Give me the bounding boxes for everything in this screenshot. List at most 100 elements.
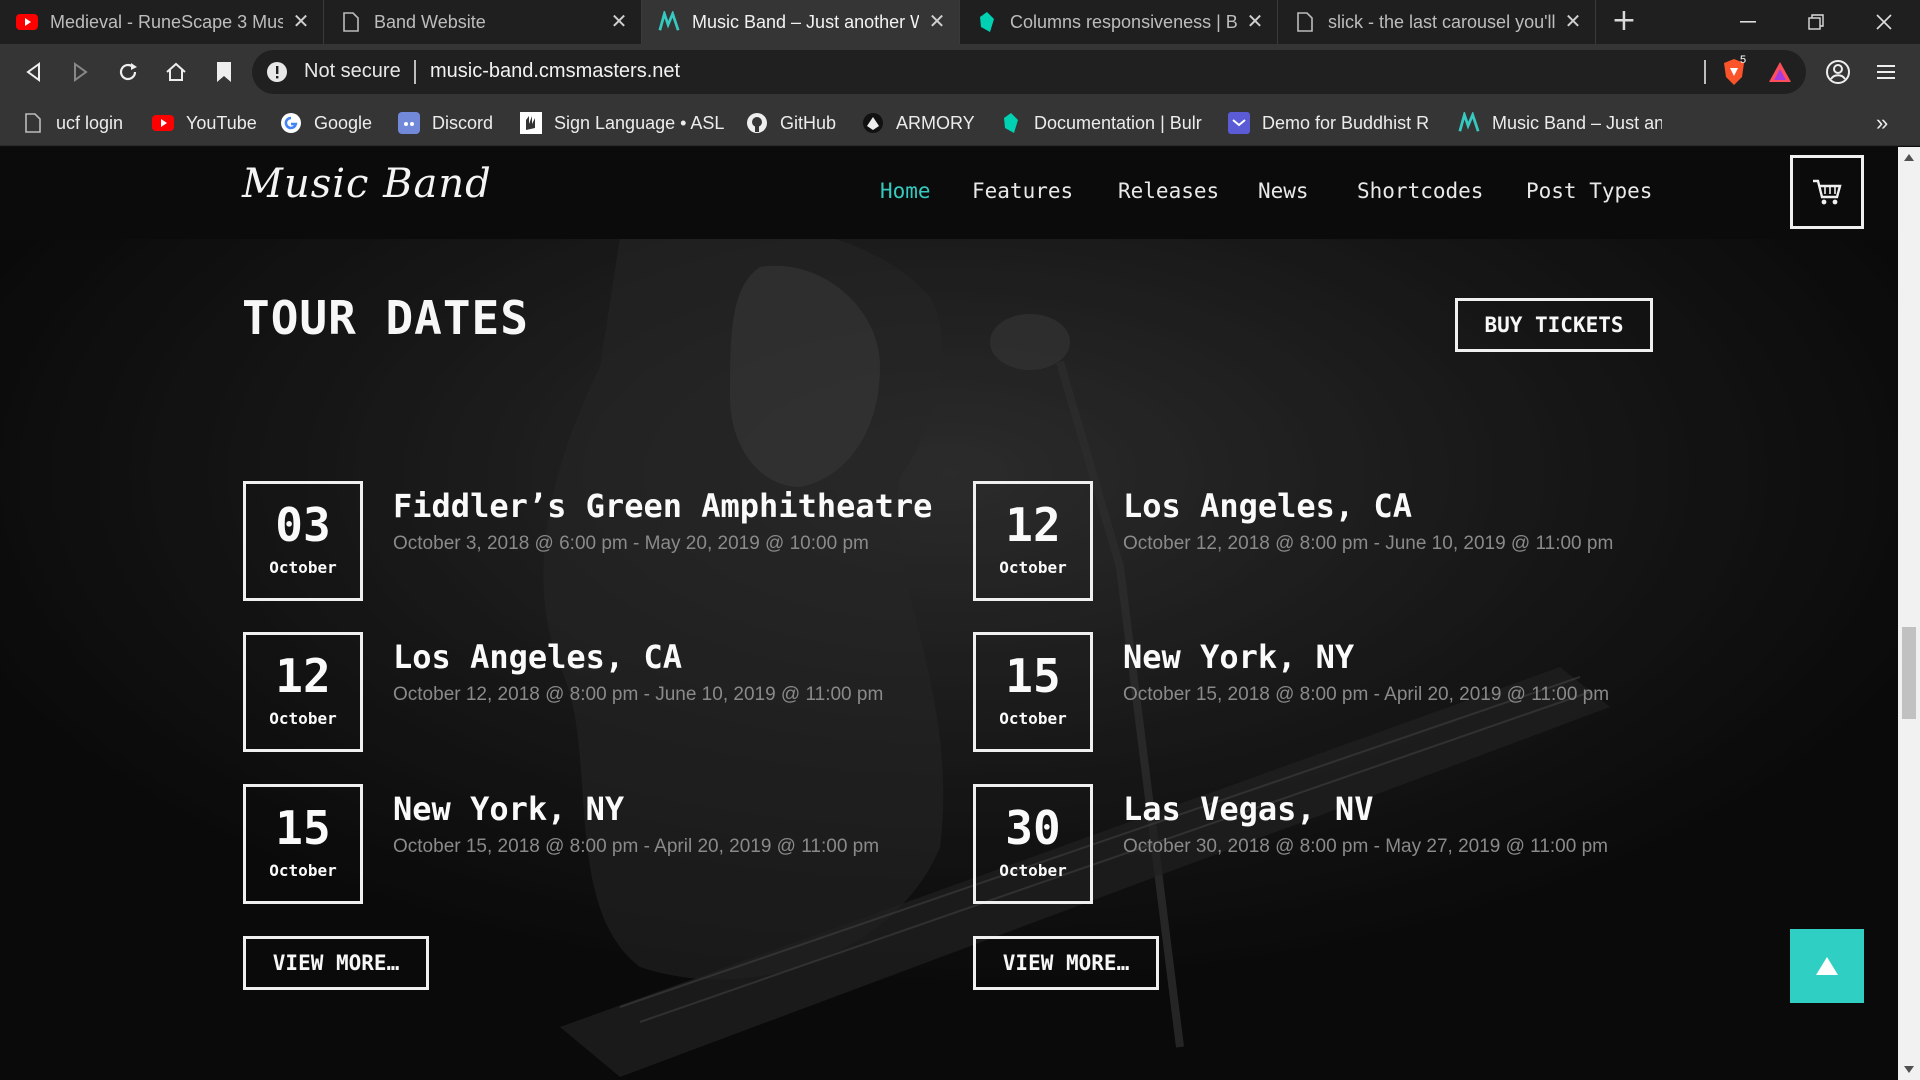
event-dates: October 3, 2018 @ 6:00 pm - May 20, 2019… [393, 533, 869, 554]
forward-button[interactable] [62, 54, 98, 90]
arrow-up-icon [1816, 957, 1838, 975]
tab-band-website[interactable]: Band Website ✕ [324, 0, 642, 44]
bookmark-button[interactable] [206, 54, 242, 90]
date-box: 15 October [243, 784, 363, 904]
bulma-icon [976, 11, 998, 33]
event-dates: October 12, 2018 @ 8:00 pm - June 10, 20… [1123, 533, 1614, 554]
github-icon [746, 112, 768, 134]
url-text[interactable]: music-band.cmsmasters.net [430, 60, 680, 83]
event-day: 15 [275, 801, 331, 855]
bookmark-buddhist-demo[interactable]: Demo for Buddhist R [1228, 100, 1432, 146]
close-window-button[interactable] [1850, 0, 1918, 44]
event-venue[interactable]: Los Angeles, CA [393, 638, 682, 676]
view-more-button[interactable]: VIEW MORE… [243, 936, 429, 990]
event-dates: October 12, 2018 @ 8:00 pm - June 10, 20… [393, 684, 884, 705]
armory-icon [862, 112, 884, 134]
info-icon[interactable] [266, 61, 288, 83]
close-tab-icon[interactable]: ✕ [291, 12, 311, 32]
close-tab-icon[interactable]: ✕ [609, 12, 629, 32]
event-item[interactable]: 12 October Los Angeles, CA October 12, 2… [243, 632, 963, 752]
brave-shields-icon[interactable]: 5 [1722, 54, 1750, 86]
view-more-button[interactable]: VIEW MORE… [973, 936, 1159, 990]
event-month: October [999, 558, 1067, 577]
nav-news[interactable]: News [1258, 179, 1309, 203]
page-icon [1294, 11, 1316, 33]
tab-runescape[interactable]: Medieval - RuneScape 3 Musi ✕ [0, 0, 324, 44]
event-venue[interactable]: Las Vegas, NV [1123, 790, 1373, 828]
event-day: 15 [1005, 649, 1061, 703]
home-button[interactable] [158, 54, 194, 90]
tab-slick[interactable]: slick - the last carousel you'll ✕ [1278, 0, 1596, 44]
address-bar[interactable]: Not secure music-band.cmsmasters.net 5 [252, 50, 1806, 94]
nav-features[interactable]: Features [972, 179, 1073, 203]
menu-icon[interactable] [1868, 54, 1904, 90]
date-box: 30 October [973, 784, 1093, 904]
tab-bulma-columns[interactable]: Columns responsiveness | Bul ✕ [960, 0, 1278, 44]
event-venue[interactable]: Los Angeles, CA [1123, 487, 1412, 525]
bookmark-music-band[interactable]: Music Band – Just an [1458, 100, 1662, 146]
toolbar: Not secure music-band.cmsmasters.net 5 [0, 44, 1920, 100]
event-item[interactable]: 03 October Fiddler’s Green Amphitheatre … [243, 481, 963, 601]
event-dates: October 15, 2018 @ 8:00 pm - April 20, 2… [1123, 684, 1610, 705]
event-dates: October 15, 2018 @ 8:00 pm - April 20, 2… [393, 836, 880, 857]
scroll-down-arrow-icon[interactable] [1898, 1058, 1920, 1080]
asl-icon [520, 112, 542, 134]
event-item[interactable]: 30 October Las Vegas, NV October 30, 201… [973, 784, 1693, 904]
date-box: 15 October [973, 632, 1093, 752]
bookmark-asl[interactable]: Sign Language • ASL [520, 100, 724, 146]
event-month: October [999, 709, 1067, 728]
event-item[interactable]: 15 October New York, NY October 15, 2018… [973, 632, 1693, 752]
section-title: TOUR DATES [242, 291, 529, 345]
event-venue[interactable]: New York, NY [1123, 638, 1354, 676]
nav-releases[interactable]: Releases [1118, 179, 1219, 203]
close-tab-icon[interactable]: ✕ [927, 12, 947, 32]
reload-button[interactable] [110, 54, 146, 90]
event-month: October [269, 861, 337, 880]
bookmark-bulma-docs[interactable]: Documentation | Bulr [1000, 100, 1204, 146]
bookmarks-overflow-button[interactable]: » [1876, 100, 1888, 146]
bookmark-google[interactable]: Google [280, 100, 372, 146]
event-venue[interactable]: New York, NY [393, 790, 624, 828]
back-button[interactable] [16, 54, 52, 90]
shields-count: 5 [1740, 54, 1747, 66]
new-tab-button[interactable]: + [1608, 6, 1640, 38]
event-item[interactable]: 12 October Los Angeles, CA October 12, 2… [973, 481, 1693, 601]
brave-rewards-icon[interactable] [1768, 61, 1792, 83]
site-logo[interactable]: Music Band [242, 161, 492, 207]
tab-music-band[interactable]: Music Band – Just another W ✕ [642, 0, 960, 44]
event-venue[interactable]: Fiddler’s Green Amphitheatre [393, 487, 932, 525]
site-header: Music Band Home Features Releases News S… [0, 147, 1898, 239]
nav-home[interactable]: Home [880, 179, 931, 203]
buy-tickets-button[interactable]: BUY TICKETS [1455, 298, 1653, 352]
close-tab-icon[interactable]: ✕ [1563, 12, 1583, 32]
profile-icon[interactable] [1820, 54, 1856, 90]
bookmark-youtube[interactable]: YouTube [152, 100, 257, 146]
event-item[interactable]: 15 October New York, NY October 15, 2018… [243, 784, 963, 904]
restore-button[interactable] [1782, 0, 1850, 44]
nav-post-types[interactable]: Post Types [1526, 179, 1652, 203]
web-page: Music Band Home Features Releases News S… [0, 147, 1898, 1080]
page-scrollbar[interactable] [1898, 147, 1920, 1080]
bookmark-armory[interactable]: ARMORY [862, 100, 975, 146]
scroll-up-arrow-icon[interactable] [1898, 147, 1920, 169]
bookmark-github[interactable]: GitHub [746, 100, 836, 146]
event-day: 03 [275, 498, 331, 552]
back-to-top-button[interactable] [1790, 929, 1864, 1003]
cart-button[interactable] [1790, 155, 1864, 229]
scrollbar-thumb[interactable] [1902, 627, 1916, 719]
demo-icon [1228, 112, 1250, 134]
youtube-icon [16, 11, 38, 33]
close-tab-icon[interactable]: ✕ [1245, 12, 1265, 32]
nav-shortcodes[interactable]: Shortcodes [1357, 179, 1483, 203]
page-icon [22, 112, 44, 134]
youtube-icon [152, 112, 174, 134]
bookmark-ucf-login[interactable]: ucf login [22, 100, 123, 146]
bulma-icon [1000, 112, 1022, 134]
event-month: October [269, 558, 337, 577]
date-box: 03 October [243, 481, 363, 601]
bookmark-discord[interactable]: Discord [398, 100, 493, 146]
discord-icon [398, 112, 420, 134]
minimize-button[interactable] [1714, 0, 1782, 44]
google-icon [280, 112, 302, 134]
event-month: October [999, 861, 1067, 880]
